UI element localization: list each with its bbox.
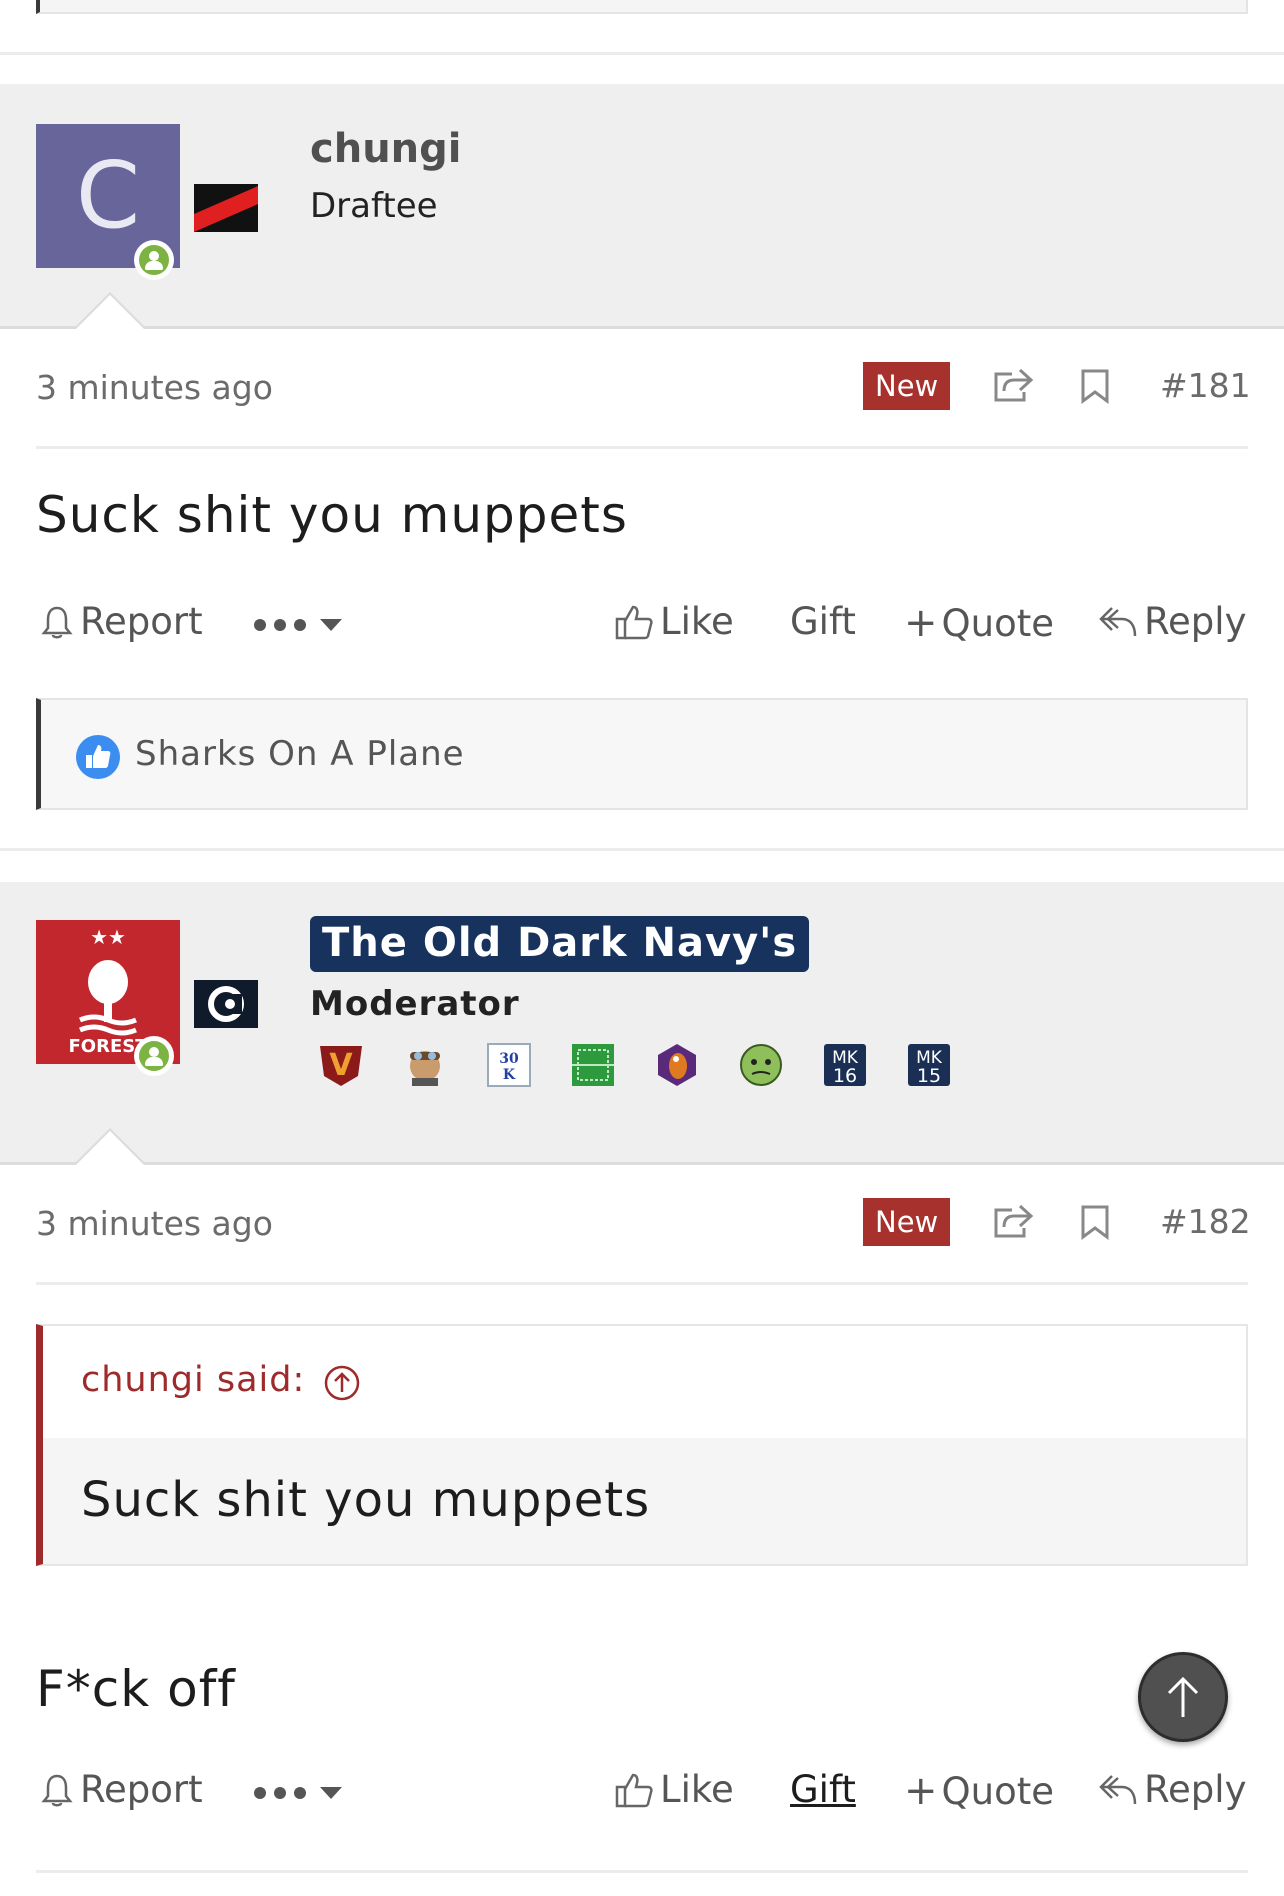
like-label: Like — [660, 1768, 734, 1811]
reply-label: Reply — [1144, 1768, 1247, 1811]
user-title: Draftee — [310, 186, 438, 226]
quote-label: Quote — [941, 1769, 1054, 1813]
reactions-bar[interactable]: Sharks On A Plane — [36, 698, 1248, 810]
thumbs-up-icon — [615, 1773, 653, 1807]
post-content: F*ck off — [36, 1660, 236, 1718]
reply-icon — [1099, 1774, 1137, 1804]
award-face-icon[interactable] — [738, 1042, 784, 1092]
reply-icon — [1099, 606, 1137, 636]
reply-button[interactable]: Reply — [1098, 600, 1246, 643]
gift-button[interactable]: Gift — [790, 1768, 856, 1811]
go-to-quoted-icon[interactable] — [323, 1364, 361, 1406]
quote-block: chungi said: Suck shit you muppets — [36, 1324, 1248, 1566]
report-button[interactable]: Report — [40, 600, 203, 643]
more-options-button[interactable] — [252, 612, 344, 642]
team-flag-icon — [194, 184, 258, 232]
user-title: Moderator — [310, 984, 520, 1024]
quote-author[interactable]: chungi said: — [81, 1360, 305, 1400]
award-mk16-icon[interactable]: MK 16 — [822, 1042, 868, 1092]
plus-icon: + — [904, 600, 938, 646]
team-logo-icon — [194, 980, 258, 1028]
more-options-button[interactable] — [252, 1780, 344, 1810]
award-mk15-icon[interactable]: MK 15 — [906, 1042, 952, 1092]
like-reaction-icon — [75, 734, 121, 784]
ellipsis-chevron-icon — [254, 1787, 342, 1799]
svg-text:★★: ★★ — [90, 925, 126, 949]
bell-icon — [41, 1774, 73, 1806]
post-user-header — [0, 84, 1284, 329]
post-number-link[interactable]: #181 — [1160, 366, 1251, 405]
share-icon[interactable] — [992, 366, 1034, 408]
previous-post-card — [36, 0, 1248, 14]
svg-text:15: 15 — [917, 1065, 941, 1087]
report-button[interactable]: Report — [40, 1768, 203, 1811]
divider — [36, 1282, 1248, 1285]
svg-text:V: V — [329, 1048, 353, 1083]
username-link[interactable]: chungi — [310, 126, 461, 172]
like-button[interactable]: Like — [614, 1768, 734, 1811]
new-badge: New — [863, 362, 951, 410]
bookmark-icon[interactable] — [1080, 1204, 1110, 1244]
award-pilot-icon[interactable] — [402, 1042, 448, 1092]
quote-header[interactable]: chungi said: — [43, 1326, 1246, 1438]
reply-label: Reply — [1144, 600, 1247, 643]
report-label: Report — [80, 1768, 203, 1811]
svg-text:K: K — [503, 1067, 516, 1083]
quote-button[interactable]: + Quote — [904, 1768, 1054, 1814]
plus-icon: + — [904, 1768, 938, 1814]
share-icon[interactable] — [992, 1202, 1034, 1244]
bell-icon — [41, 606, 73, 638]
new-badge: New — [863, 1198, 951, 1246]
bookmark-icon[interactable] — [1080, 368, 1110, 408]
post-separator — [0, 52, 1284, 55]
post-separator — [0, 848, 1284, 851]
reactions-users[interactable]: Sharks On A Plane — [135, 734, 465, 774]
post-number-link[interactable]: #182 — [1160, 1202, 1251, 1241]
thumbs-up-icon — [615, 605, 653, 639]
award-v-icon[interactable]: V — [318, 1042, 364, 1092]
quote-button[interactable]: + Quote — [904, 600, 1054, 646]
reply-button[interactable]: Reply — [1098, 1768, 1246, 1811]
divider — [36, 446, 1248, 449]
post-content: Suck shit you muppets — [36, 486, 628, 544]
username-link[interactable]: The Old Dark Navy's — [310, 916, 810, 972]
svg-text:16: 16 — [833, 1065, 857, 1087]
award-30k-icon[interactable]: 30 K — [486, 1042, 532, 1092]
arrow-up-icon — [1167, 1676, 1199, 1717]
quote-label: Quote — [941, 601, 1054, 645]
quote-content: Suck shit you muppets — [81, 1472, 651, 1528]
svg-text:30: 30 — [499, 1051, 519, 1067]
post-timestamp[interactable]: 3 minutes ago — [36, 1204, 273, 1243]
gift-button[interactable]: Gift — [790, 600, 856, 643]
post-separator — [36, 1870, 1248, 1873]
like-label: Like — [660, 600, 734, 643]
scroll-to-top-button[interactable] — [1138, 1652, 1228, 1742]
award-pitch-icon[interactable] — [570, 1042, 616, 1092]
online-status-icon — [134, 1036, 174, 1076]
like-button[interactable]: Like — [614, 600, 734, 643]
report-label: Report — [80, 600, 203, 643]
online-status-icon — [134, 240, 174, 280]
ellipsis-chevron-icon — [254, 619, 342, 631]
post-timestamp[interactable]: 3 minutes ago — [36, 368, 273, 407]
award-gem-icon[interactable] — [654, 1042, 700, 1092]
